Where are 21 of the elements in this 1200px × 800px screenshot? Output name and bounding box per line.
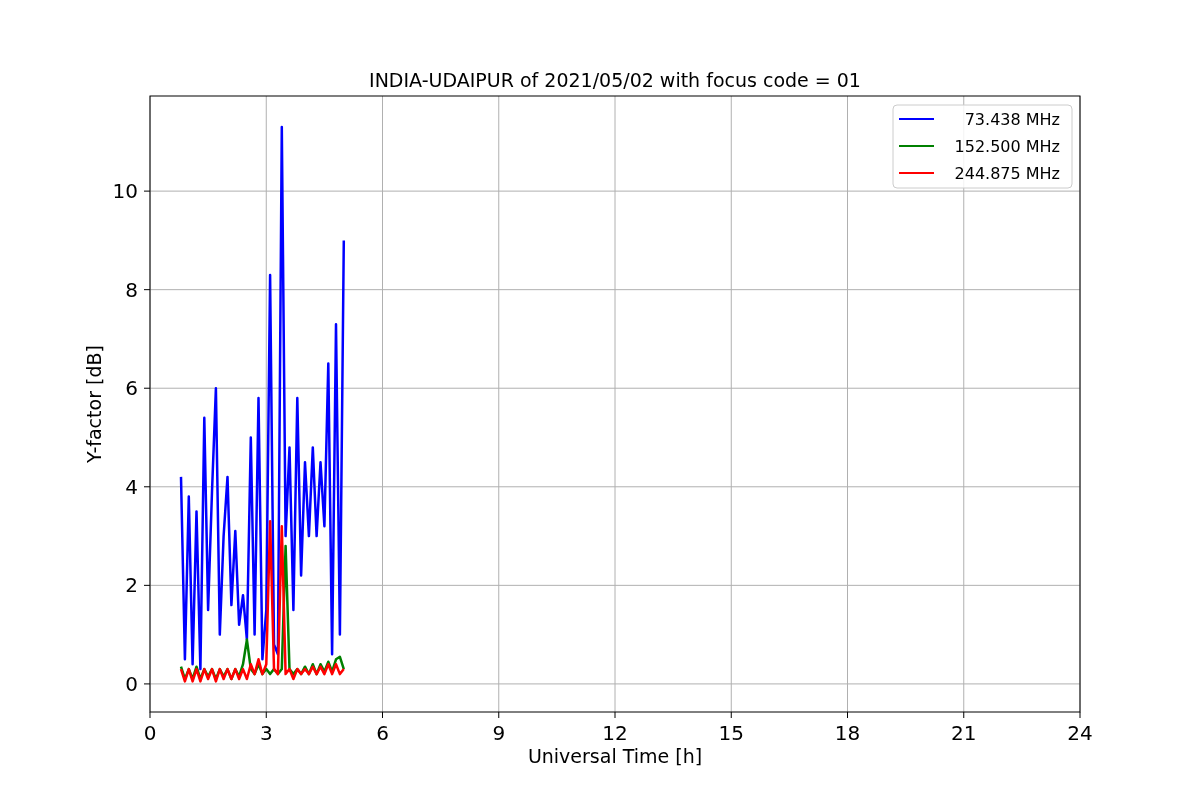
x-tick-label: 0 xyxy=(143,721,157,745)
y-tick-label: 10 xyxy=(112,179,138,204)
y-tick-label: 2 xyxy=(125,573,138,598)
x-tick-label: 24 xyxy=(1067,721,1093,745)
y-axis-label: Y-factor [dB] xyxy=(83,345,105,463)
x-tick-label: 6 xyxy=(376,721,389,745)
y-tick-label: 6 xyxy=(125,376,138,401)
x-tick-label: 9 xyxy=(492,721,506,745)
legend-label: 244.875 MHz xyxy=(954,164,1060,183)
y-tick-label: 4 xyxy=(125,474,138,499)
x-tick-label: 15 xyxy=(718,721,744,745)
x-axis-label: Universal Time [h] xyxy=(527,745,703,767)
y-tick-label: 8 xyxy=(125,277,138,302)
x-tick-label: 3 xyxy=(259,721,273,745)
x-tick-label: 18 xyxy=(834,721,861,745)
y-tick-label: 0 xyxy=(125,671,138,696)
x-tick-label: 21 xyxy=(951,721,977,745)
x-tick-label: 12 xyxy=(602,721,628,745)
chart-title: INDIA-UDAIPUR of 2021/05/02 with focus code = 01 xyxy=(369,69,861,91)
legend-label: 152.500 MHz xyxy=(954,137,1060,156)
legend-label: 73.438 MHz xyxy=(964,110,1060,129)
